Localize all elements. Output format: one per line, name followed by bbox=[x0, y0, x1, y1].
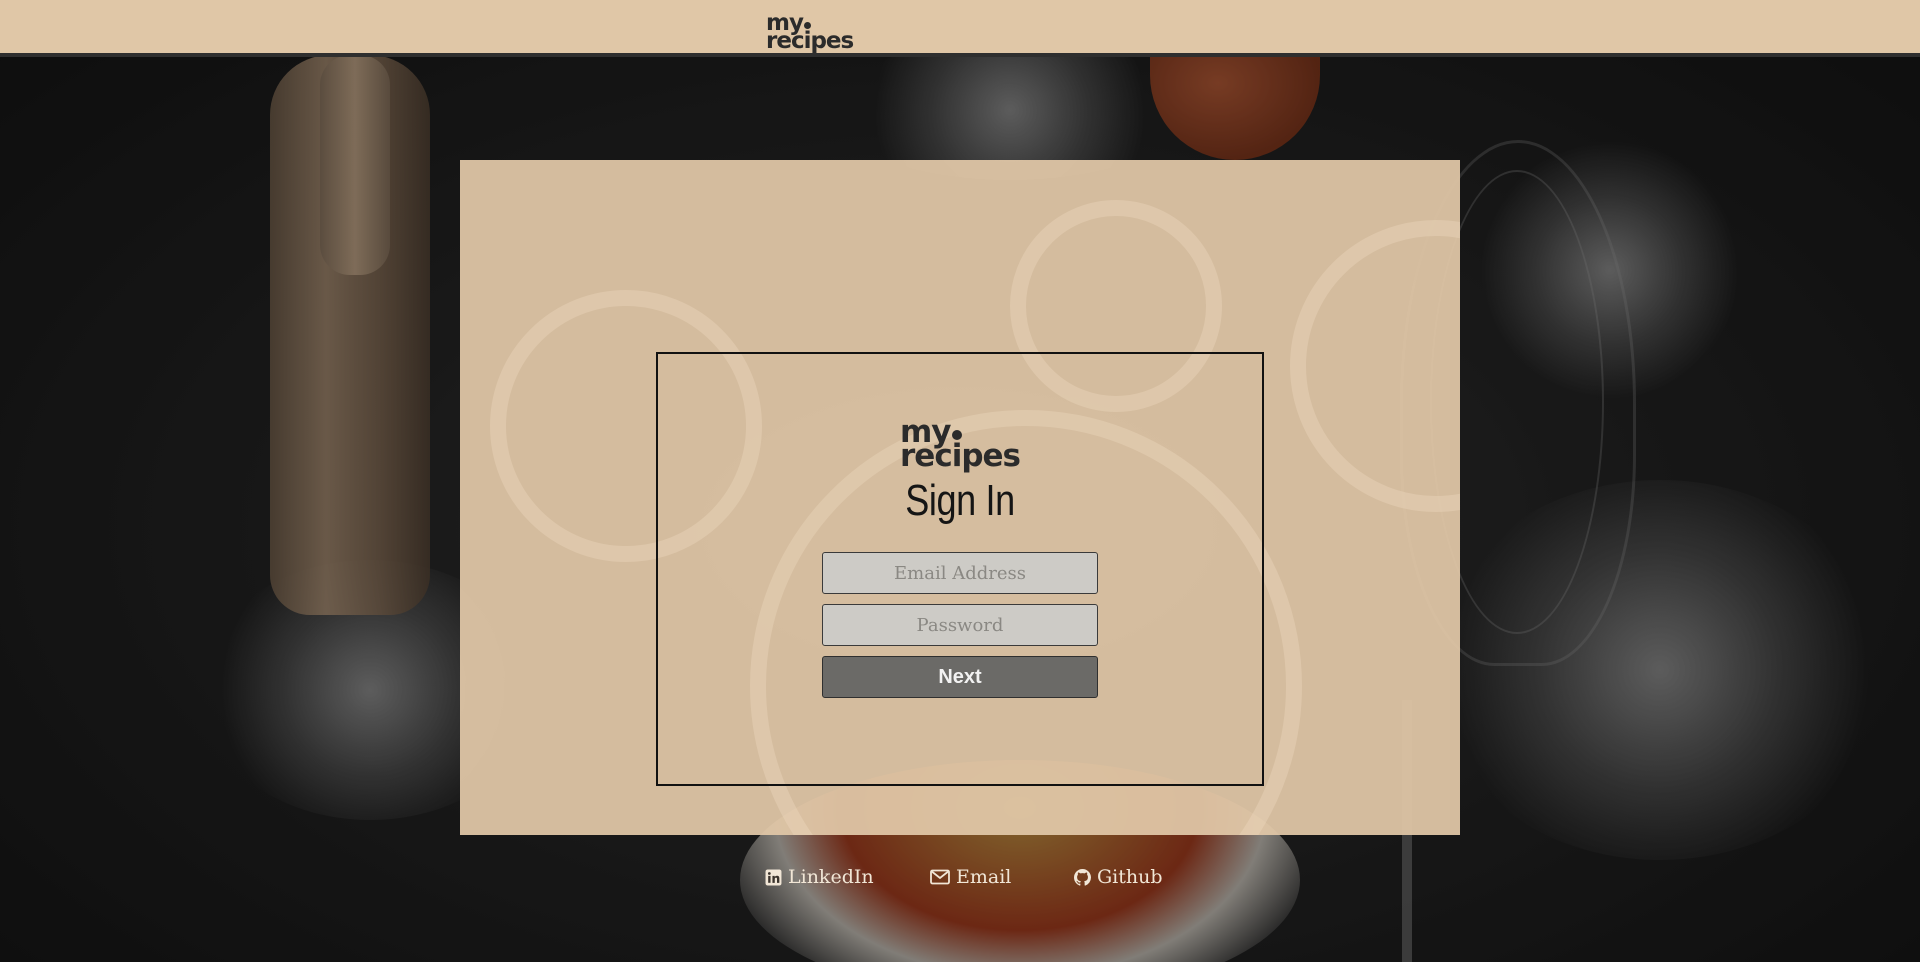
header-logo[interactable]: my recipes bbox=[766, 12, 854, 53]
signin-logo: my recipes bbox=[900, 414, 1021, 475]
footer-links: LinkedIn Email Github bbox=[0, 866, 1920, 896]
github-link[interactable]: Github bbox=[1074, 866, 1163, 888]
github-icon bbox=[1074, 868, 1091, 886]
email-link[interactable]: Email bbox=[930, 866, 1011, 888]
email-label: Email bbox=[956, 866, 1012, 888]
main-panel: my recipes Sign In Next bbox=[460, 160, 1460, 835]
next-button[interactable]: Next bbox=[822, 656, 1098, 698]
envelope-icon bbox=[930, 869, 950, 885]
top-navbar: my recipes bbox=[0, 0, 1920, 57]
linkedin-link[interactable]: LinkedIn bbox=[765, 866, 874, 888]
password-field[interactable] bbox=[822, 604, 1098, 646]
email-field[interactable] bbox=[822, 552, 1098, 594]
linkedin-icon bbox=[765, 869, 782, 886]
page-title: Sign In bbox=[905, 476, 1015, 525]
linkedin-label: LinkedIn bbox=[788, 866, 874, 888]
github-label: Github bbox=[1097, 866, 1163, 888]
signin-card: my recipes Sign In Next bbox=[656, 352, 1264, 786]
